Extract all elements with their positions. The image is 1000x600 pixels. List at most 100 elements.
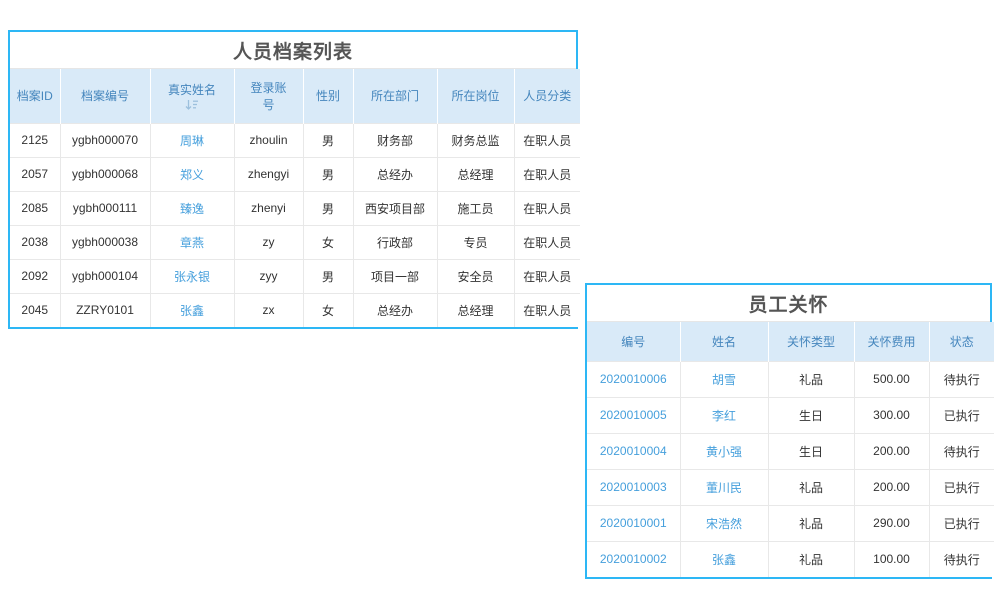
name-link[interactable]: 周琳 (180, 134, 204, 148)
col-header-care-no[interactable]: 编号 (587, 322, 680, 361)
col-header-care-cost[interactable]: 关怀费用 (854, 322, 929, 361)
name-cell: 张鑫 (680, 541, 768, 577)
no-link[interactable]: 2020010003 (600, 480, 667, 494)
name-link[interactable]: 张鑫 (712, 553, 736, 567)
col-header-care-name[interactable]: 姓名 (680, 322, 768, 361)
no-cell: 2020010004 (587, 433, 680, 469)
no-link[interactable]: 2020010001 (600, 516, 667, 530)
account-cell: zx (234, 293, 303, 327)
status-cell: 已执行 (929, 397, 994, 433)
name-link[interactable]: 黄小强 (706, 445, 742, 459)
category-cell: 在职人员 (514, 123, 580, 157)
col-header-real-name[interactable]: 真实姓名 (150, 69, 234, 123)
employee-care-title: 员工关怀 (587, 285, 990, 322)
cost-cell: 290.00 (854, 505, 929, 541)
personnel-archive-table: 档案ID 档案编号 真实姓名 登录账号 (10, 69, 580, 327)
position-cell: 总经理 (437, 157, 514, 191)
table-row: 2020010005李红生日300.00已执行 (587, 397, 994, 433)
table-row: 2020010003董川民礼品200.00已执行 (587, 469, 994, 505)
no-link[interactable]: 2020010002 (600, 552, 667, 566)
col-header-login-account[interactable]: 登录账号 (234, 69, 303, 123)
name-link[interactable]: 郑义 (180, 168, 204, 182)
col-header-archive-id[interactable]: 档案ID (10, 69, 60, 123)
gender-cell: 女 (303, 225, 353, 259)
name-cell: 胡雪 (680, 361, 768, 397)
name-link[interactable]: 张鑫 (180, 304, 204, 318)
no-link[interactable]: 2020010004 (600, 444, 667, 458)
id-cell: 2045 (10, 293, 60, 327)
position-cell: 安全员 (437, 259, 514, 293)
code-cell: ygbh000070 (60, 123, 150, 157)
col-header-archive-code[interactable]: 档案编号 (60, 69, 150, 123)
gender-cell: 男 (303, 191, 353, 225)
col-header-care-type[interactable]: 关怀类型 (768, 322, 854, 361)
department-cell: 西安项目部 (353, 191, 437, 225)
gender-cell: 女 (303, 293, 353, 327)
id-cell: 2085 (10, 191, 60, 225)
code-cell: ygbh000038 (60, 225, 150, 259)
position-cell: 总经理 (437, 293, 514, 327)
type-cell: 礼品 (768, 469, 854, 505)
status-cell: 已执行 (929, 505, 994, 541)
code-cell: ZZRY0101 (60, 293, 150, 327)
gender-cell: 男 (303, 157, 353, 191)
account-cell: zhenyi (234, 191, 303, 225)
name-cell: 张鑫 (150, 293, 234, 327)
account-cell: zhoulin (234, 123, 303, 157)
name-cell: 张永银 (150, 259, 234, 293)
table-row: 2038ygbh000038 章燕 zy女行政部专员在职人员 (10, 225, 580, 259)
gender-cell: 男 (303, 259, 353, 293)
status-cell: 已执行 (929, 469, 994, 505)
name-link[interactable]: 胡雪 (712, 373, 736, 387)
position-cell: 专员 (437, 225, 514, 259)
name-cell: 宋浩然 (680, 505, 768, 541)
type-cell: 礼品 (768, 361, 854, 397)
account-cell: zy (234, 225, 303, 259)
no-cell: 2020010006 (587, 361, 680, 397)
name-cell: 李红 (680, 397, 768, 433)
personnel-archive-panel: 人员档案列表 档案ID 档案编号 真实姓名 (8, 30, 578, 329)
name-cell: 郑义 (150, 157, 234, 191)
cost-cell: 300.00 (854, 397, 929, 433)
name-cell: 章燕 (150, 225, 234, 259)
account-cell: zyy (234, 259, 303, 293)
personnel-archive-header: 档案ID 档案编号 真实姓名 登录账号 (10, 69, 580, 123)
category-cell: 在职人员 (514, 225, 580, 259)
col-header-real-name-label: 真实姓名 (153, 81, 232, 98)
col-header-department[interactable]: 所在部门 (353, 69, 437, 123)
col-header-gender[interactable]: 性别 (303, 69, 353, 123)
type-cell: 生日 (768, 433, 854, 469)
name-link[interactable]: 臻逸 (180, 202, 204, 216)
table-row: 2085ygbh000111臻逸zhenyi男西安项目部施工员在职人员 (10, 191, 580, 225)
table-row: 2057ygbh000068郑义zhengyi男总经办总经理在职人员 (10, 157, 580, 191)
id-cell: 2038 (10, 225, 60, 259)
col-header-position[interactable]: 所在岗位 (437, 69, 514, 123)
table-row: 2020010004黄小强生日200.00待执行 (587, 433, 994, 469)
category-cell: 在职人员 (514, 157, 580, 191)
no-link[interactable]: 2020010006 (600, 372, 667, 386)
table-row: 2020010001宋浩然礼品290.00已执行 (587, 505, 994, 541)
department-cell: 行政部 (353, 225, 437, 259)
name-link[interactable]: 章燕 (180, 236, 204, 250)
employee-care-panel: 员工关怀 编号 姓名 关怀类型 关怀费用 状态 2020010006胡雪礼品50… (585, 283, 992, 579)
id-cell: 2057 (10, 157, 60, 191)
col-header-care-status[interactable]: 状态 (929, 322, 994, 361)
status-cell: 待执行 (929, 541, 994, 577)
account-cell: zhengyi (234, 157, 303, 191)
name-link[interactable]: 董川民 (706, 481, 742, 495)
category-cell: 在职人员 (514, 191, 580, 225)
name-link[interactable]: 李红 (712, 409, 736, 423)
code-cell: ygbh000104 (60, 259, 150, 293)
table-row: 2020010002张鑫礼品100.00待执行 (587, 541, 994, 577)
name-cell: 周琳 (150, 123, 234, 157)
table-row: 2092ygbh000104张永银zyy男项目一部安全员在职人员 (10, 259, 580, 293)
code-cell: ygbh000068 (60, 157, 150, 191)
sort-amount-icon (185, 99, 199, 111)
name-link[interactable]: 张永银 (174, 270, 210, 284)
no-cell: 2020010003 (587, 469, 680, 505)
name-cell: 臻逸 (150, 191, 234, 225)
name-link[interactable]: 宋浩然 (706, 517, 742, 531)
no-link[interactable]: 2020010005 (600, 408, 667, 422)
col-header-category[interactable]: 人员分类 (514, 69, 580, 123)
table-row: 2045ZZRY0101张鑫zx女总经办总经理在职人员 (10, 293, 580, 327)
